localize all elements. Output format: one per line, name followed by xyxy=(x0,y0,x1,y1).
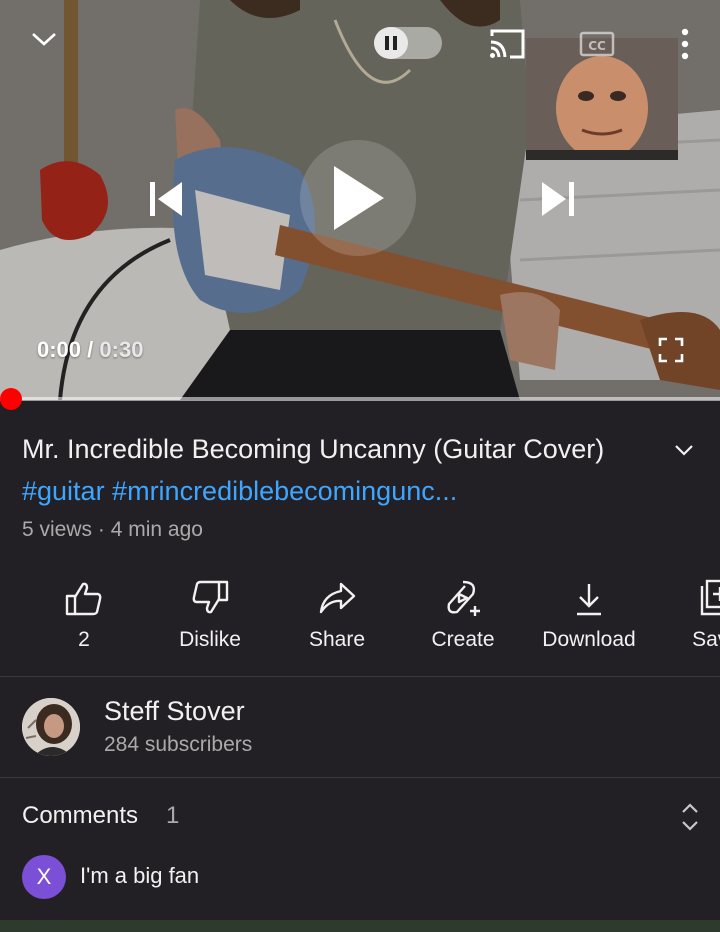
comments-count: 1 xyxy=(166,802,180,829)
svg-text:CC: CC xyxy=(588,39,606,53)
create-label: Create xyxy=(431,628,495,651)
expand-description-button[interactable] xyxy=(668,434,700,466)
skip-next-icon xyxy=(542,182,574,216)
duration: 0:30 xyxy=(99,337,144,362)
share-label: Share xyxy=(308,628,366,651)
video-title-text: Mr. Incredible Becoming Uncanny (Guitar … xyxy=(22,434,605,464)
view-count: 5 views xyxy=(22,518,93,541)
cast-icon xyxy=(490,29,525,59)
time-display: 0:00 / 0:30 xyxy=(37,337,143,363)
divider xyxy=(0,777,720,778)
fullscreen-button[interactable] xyxy=(654,334,688,366)
upload-age: 4 min ago xyxy=(110,518,203,541)
previous-button[interactable] xyxy=(140,176,190,222)
video-stats: 5 views · 4 min ago xyxy=(22,518,203,542)
comment-text[interactable]: I'm a big fan xyxy=(80,863,199,889)
action-bar: 2 Dislike Share Create Download Save xyxy=(0,570,720,670)
download-button[interactable]: Download xyxy=(529,570,649,670)
channel-name[interactable]: Steff Stover xyxy=(104,696,245,727)
unfold-icon xyxy=(682,803,698,831)
comments-header[interactable]: Comments xyxy=(22,802,138,830)
save-button[interactable]: Save xyxy=(656,570,720,670)
download-label: Download xyxy=(542,628,636,651)
minimize-chevron-button[interactable] xyxy=(26,24,62,54)
cast-button[interactable] xyxy=(486,26,528,62)
comment-author-avatar[interactable]: X xyxy=(22,855,66,899)
chevron-down-icon xyxy=(32,33,56,46)
thumbs-up-icon xyxy=(65,582,102,616)
progress-bar[interactable] xyxy=(0,388,720,410)
dislike-label: Dislike xyxy=(179,628,241,651)
closed-captions-icon: CC xyxy=(579,31,615,57)
autoplay-thumb xyxy=(374,27,408,59)
thumbs-down-icon xyxy=(192,580,229,614)
pause-icon xyxy=(385,36,397,50)
subscriber-count: 284 subscribers xyxy=(104,733,253,756)
progress-scrubber[interactable] xyxy=(0,388,22,410)
share-button[interactable]: Share xyxy=(277,570,397,670)
save-label: Save xyxy=(692,628,720,651)
stats-dot: · xyxy=(92,518,111,541)
next-button[interactable] xyxy=(534,176,584,222)
like-button[interactable]: 2 xyxy=(24,570,144,670)
captions-button[interactable]: CC xyxy=(578,30,616,58)
video-hashtags[interactable]: #guitar #mrincrediblebecomingunc... xyxy=(22,476,457,506)
comments-expand-button[interactable] xyxy=(674,800,706,834)
download-icon xyxy=(577,584,601,616)
play-button[interactable] xyxy=(300,140,416,256)
video-player[interactable]: CC 0:00 / 0:30 xyxy=(0,0,720,400)
video-title[interactable]: Mr. Incredible Becoming Uncanny (Guitar … xyxy=(22,428,662,512)
save-playlist-icon xyxy=(700,579,720,616)
play-icon xyxy=(334,166,384,230)
share-icon xyxy=(319,582,356,614)
like-count: 2 xyxy=(78,628,90,651)
dislike-button[interactable]: Dislike xyxy=(150,570,270,670)
more-vert-icon xyxy=(681,28,689,60)
bottom-strip xyxy=(0,920,720,932)
divider xyxy=(0,676,720,677)
current-time: 0:00 xyxy=(37,337,82,362)
autoplay-toggle[interactable] xyxy=(374,27,442,59)
create-button[interactable]: Create xyxy=(403,570,523,670)
create-icon xyxy=(447,580,480,616)
time-separator: / xyxy=(81,337,100,362)
skip-previous-icon xyxy=(150,182,182,216)
channel-avatar[interactable] xyxy=(22,698,80,756)
fullscreen-icon xyxy=(658,337,684,363)
more-options-button[interactable] xyxy=(672,24,698,64)
chevron-down-icon xyxy=(675,445,693,456)
